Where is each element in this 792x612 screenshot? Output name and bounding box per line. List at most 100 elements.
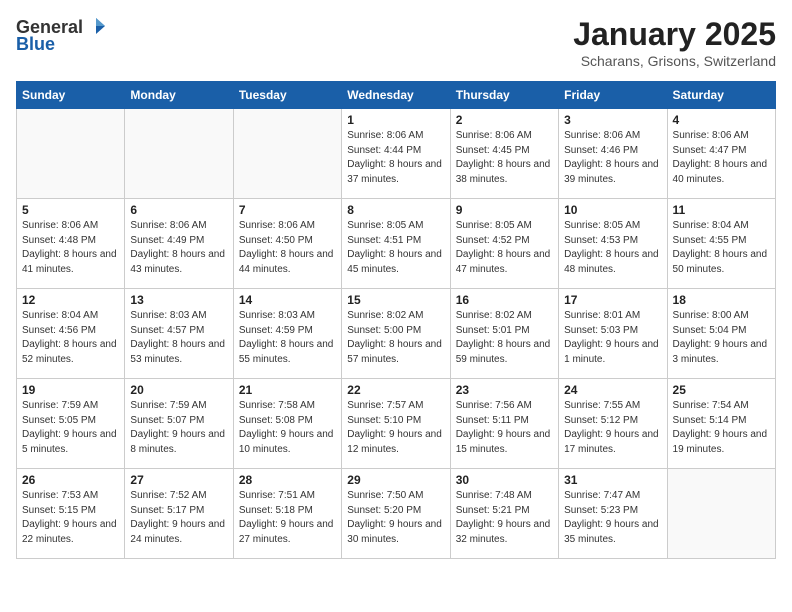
day-info: Sunrise: 8:03 AMSunset: 4:57 PMDaylight:… (130, 309, 227, 367)
day-number: 6 (130, 203, 227, 217)
day-number: 29 (347, 473, 444, 487)
day-number: 2 (456, 113, 553, 127)
calendar-day-cell: 4 Sunrise: 8:06 AMSunset: 4:47 PMDaylight… (667, 109, 775, 199)
calendar-day-cell: 21Sunrise: 7:58 AMSunset: 5:08 PMDayligh… (233, 379, 341, 469)
calendar-day-cell: 24 Sunrise: 7:55 AMSunset: 5:12 PMDayligh… (559, 379, 667, 469)
calendar-day-cell: 2 Sunrise: 8:06 AMSunset: 4:45 PMDaylight… (450, 109, 558, 199)
day-info: Sunrise: 7:55 AMSunset: 5:12 PMDaylight:… (564, 399, 661, 457)
day-number: 26 (22, 473, 119, 487)
day-number: 31 (564, 473, 661, 487)
calendar-day-cell: 13 Sunrise: 8:03 AMSunset: 4:57 PMDayligh… (125, 289, 233, 379)
day-info: Sunrise: 7:53 AMSunset: 5:15 PMDaylight:… (22, 489, 119, 547)
day-info: Sunrise: 8:06 AMSunset: 4:46 PMDaylight:… (564, 129, 661, 187)
day-number: 19 (22, 383, 119, 397)
calendar-day-cell: 8 Sunrise: 8:05 AMSunset: 4:51 PMDaylight… (342, 199, 450, 289)
day-info: Sunrise: 7:59 AMSunset: 5:05 PMDaylight:… (22, 399, 119, 457)
logo: General Blue (16, 16, 107, 55)
day-info: Sunrise: 8:06 AMSunset: 4:44 PMDaylight:… (347, 129, 444, 187)
day-number: 12 (22, 293, 119, 307)
calendar-day-cell: 23 Sunrise: 7:56 AMSunset: 5:11 PMDayligh… (450, 379, 558, 469)
calendar-day-cell: 12 Sunrise: 8:04 AMSunset: 4:56 PMDayligh… (17, 289, 125, 379)
calendar-day-cell: 18Sunrise: 8:00 AMSunset: 5:04 PMDayligh… (667, 289, 775, 379)
calendar-day-cell: 14Sunrise: 8:03 AMSunset: 4:59 PMDayligh… (233, 289, 341, 379)
calendar-day-cell: 11Sunrise: 8:04 AMSunset: 4:55 PMDayligh… (667, 199, 775, 289)
logo-flag-icon (85, 16, 107, 38)
calendar-day-cell: 17 Sunrise: 8:01 AMSunset: 5:03 PMDayligh… (559, 289, 667, 379)
calendar-subtitle: Scharans, Grisons, Switzerland (573, 53, 776, 69)
calendar-day-cell: 19 Sunrise: 7:59 AMSunset: 5:05 PMDayligh… (17, 379, 125, 469)
day-number: 4 (673, 113, 770, 127)
day-info: Sunrise: 8:06 AMSunset: 4:47 PMDaylight:… (673, 129, 770, 187)
day-number: 17 (564, 293, 661, 307)
day-info: Sunrise: 7:47 AMSunset: 5:23 PMDaylight:… (564, 489, 661, 547)
calendar-day-cell (233, 109, 341, 199)
day-number: 15 (347, 293, 444, 307)
title-block: January 2025 Scharans, Grisons, Switzerl… (573, 16, 776, 69)
day-info: Sunrise: 8:05 AMSunset: 4:53 PMDaylight:… (564, 219, 661, 277)
weekday-header: Saturday (667, 82, 775, 109)
calendar-day-cell (125, 109, 233, 199)
day-number: 1 (347, 113, 444, 127)
calendar-week-row: 26 Sunrise: 7:53 AMSunset: 5:15 PMDayligh… (17, 469, 776, 559)
calendar-day-cell: 28 Sunrise: 7:51 AMSunset: 5:18 PMDayligh… (233, 469, 341, 559)
day-number: 11 (673, 203, 770, 217)
day-number: 30 (456, 473, 553, 487)
calendar-day-cell: 20 Sunrise: 7:59 AMSunset: 5:07 PMDayligh… (125, 379, 233, 469)
day-info: Sunrise: 8:04 AMSunset: 4:56 PMDaylight:… (22, 309, 119, 367)
day-info: Sunrise: 8:05 AMSunset: 4:52 PMDaylight:… (456, 219, 553, 277)
day-info: Sunrise: 7:56 AMSunset: 5:11 PMDaylight:… (456, 399, 553, 457)
weekday-header: Friday (559, 82, 667, 109)
day-info: Sunrise: 8:06 AMSunset: 4:48 PMDaylight:… (22, 219, 119, 277)
day-info: Sunrise: 7:52 AMSunset: 5:17 PMDaylight:… (130, 489, 227, 547)
day-number: 18 (673, 293, 770, 307)
calendar-day-cell: 9 Sunrise: 8:05 AMSunset: 4:52 PMDaylight… (450, 199, 558, 289)
calendar-day-cell: 6 Sunrise: 8:06 AMSunset: 4:49 PMDaylight… (125, 199, 233, 289)
day-number: 27 (130, 473, 227, 487)
day-info: Sunrise: 7:51 AMSunset: 5:18 PMDaylight:… (239, 489, 336, 547)
day-info: Sunrise: 7:59 AMSunset: 5:07 PMDaylight:… (130, 399, 227, 457)
calendar-table: SundayMondayTuesdayWednesdayThursdayFrid… (16, 81, 776, 559)
calendar-day-cell: 25Sunrise: 7:54 AMSunset: 5:14 PMDayligh… (667, 379, 775, 469)
day-info: Sunrise: 8:05 AMSunset: 4:51 PMDaylight:… (347, 219, 444, 277)
calendar-day-cell: 15 Sunrise: 8:02 AMSunset: 5:00 PMDayligh… (342, 289, 450, 379)
day-number: 9 (456, 203, 553, 217)
day-number: 16 (456, 293, 553, 307)
calendar-day-cell: 29Sunrise: 7:50 AMSunset: 5:20 PMDayligh… (342, 469, 450, 559)
calendar-day-cell: 30Sunrise: 7:48 AMSunset: 5:21 PMDayligh… (450, 469, 558, 559)
day-number: 28 (239, 473, 336, 487)
day-number: 23 (456, 383, 553, 397)
weekday-header: Thursday (450, 82, 558, 109)
calendar-day-cell: 10Sunrise: 8:05 AMSunset: 4:53 PMDayligh… (559, 199, 667, 289)
calendar-day-cell (667, 469, 775, 559)
weekday-header: Monday (125, 82, 233, 109)
day-number: 24 (564, 383, 661, 397)
day-info: Sunrise: 8:02 AMSunset: 5:00 PMDaylight:… (347, 309, 444, 367)
day-info: Sunrise: 8:02 AMSunset: 5:01 PMDaylight:… (456, 309, 553, 367)
calendar-day-cell: 1 Sunrise: 8:06 AMSunset: 4:44 PMDaylight… (342, 109, 450, 199)
calendar-day-cell: 7Sunrise: 8:06 AMSunset: 4:50 PMDaylight… (233, 199, 341, 289)
day-number: 22 (347, 383, 444, 397)
day-info: Sunrise: 8:06 AMSunset: 4:49 PMDaylight:… (130, 219, 227, 277)
day-info: Sunrise: 7:54 AMSunset: 5:14 PMDaylight:… (673, 399, 770, 457)
day-number: 14 (239, 293, 336, 307)
day-number: 3 (564, 113, 661, 127)
day-info: Sunrise: 8:06 AMSunset: 4:50 PMDaylight:… (239, 219, 336, 277)
calendar-day-cell: 3 Sunrise: 8:06 AMSunset: 4:46 PMDaylight… (559, 109, 667, 199)
calendar-day-cell (17, 109, 125, 199)
day-info: Sunrise: 7:57 AMSunset: 5:10 PMDaylight:… (347, 399, 444, 457)
day-number: 20 (130, 383, 227, 397)
day-number: 13 (130, 293, 227, 307)
calendar-week-row: 19 Sunrise: 7:59 AMSunset: 5:05 PMDayligh… (17, 379, 776, 469)
calendar-header-row: SundayMondayTuesdayWednesdayThursdayFrid… (17, 82, 776, 109)
day-number: 21 (239, 383, 336, 397)
weekday-header: Tuesday (233, 82, 341, 109)
weekday-header: Wednesday (342, 82, 450, 109)
calendar-title: January 2025 (573, 16, 776, 53)
day-number: 8 (347, 203, 444, 217)
day-info: Sunrise: 8:06 AMSunset: 4:45 PMDaylight:… (456, 129, 553, 187)
day-info: Sunrise: 8:01 AMSunset: 5:03 PMDaylight:… (564, 309, 661, 367)
weekday-header: Sunday (17, 82, 125, 109)
calendar-week-row: 12 Sunrise: 8:04 AMSunset: 4:56 PMDayligh… (17, 289, 776, 379)
calendar-day-cell: 5Sunrise: 8:06 AMSunset: 4:48 PMDaylight… (17, 199, 125, 289)
calendar-day-cell: 22 Sunrise: 7:57 AMSunset: 5:10 PMDayligh… (342, 379, 450, 469)
